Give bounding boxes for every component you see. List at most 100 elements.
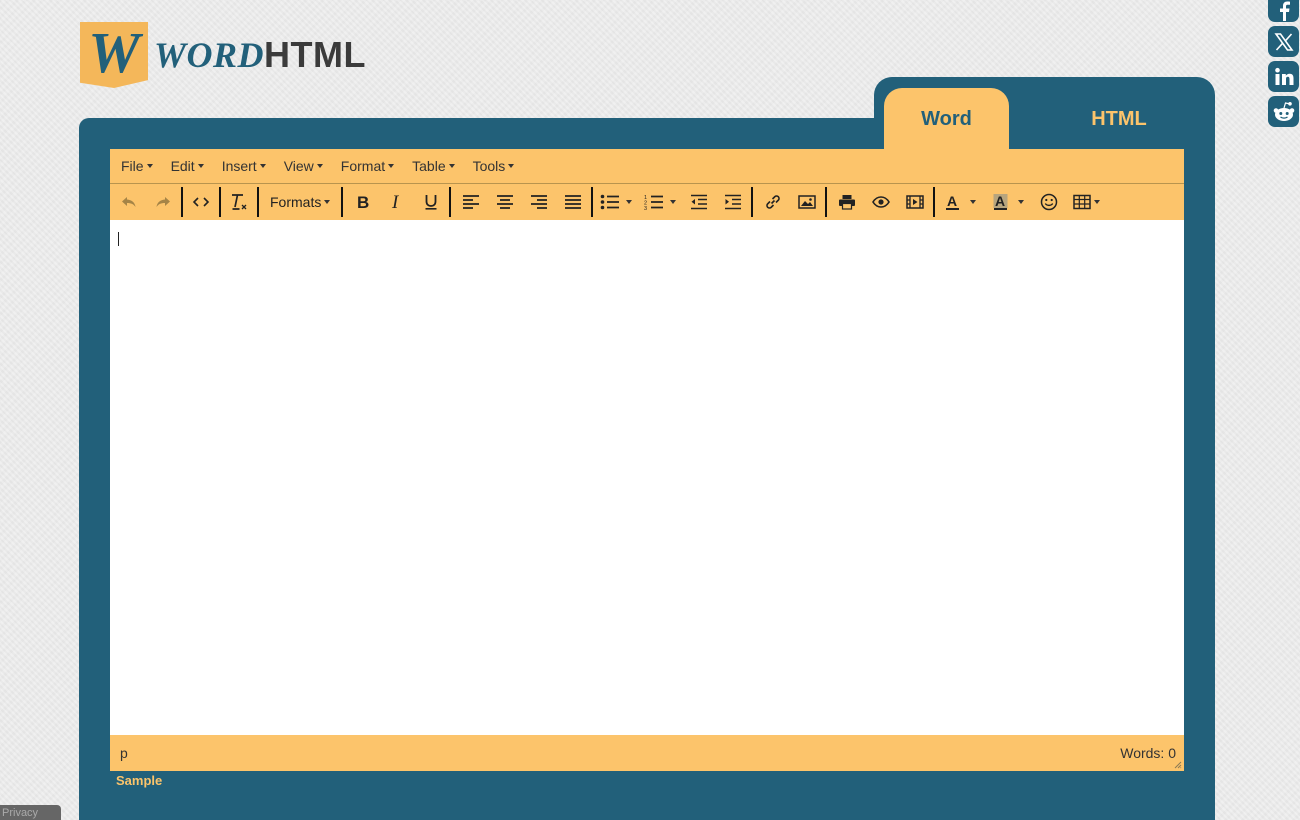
word-count: Words: 0 bbox=[1120, 745, 1176, 761]
social-share-bar bbox=[1268, 0, 1300, 131]
numbered-list-icon: 123 bbox=[644, 195, 664, 210]
svg-text:3: 3 bbox=[644, 206, 647, 210]
table-icon bbox=[1073, 194, 1091, 210]
tab-word[interactable]: Word bbox=[884, 88, 1009, 150]
resize-handle-icon[interactable] bbox=[1174, 761, 1182, 769]
menu-insert-label: Insert bbox=[221, 158, 257, 174]
svg-text:I: I bbox=[391, 193, 400, 211]
status-bar: p Words: 0 bbox=[110, 735, 1184, 771]
indent-icon bbox=[725, 194, 742, 210]
clear-formatting-button[interactable] bbox=[222, 187, 256, 217]
link-icon bbox=[766, 195, 781, 209]
toolbar: Formats B I 123 A A bbox=[110, 184, 1184, 220]
align-right-icon bbox=[531, 195, 548, 209]
menu-insert[interactable]: Insert bbox=[213, 158, 275, 174]
toolbar-separator bbox=[591, 187, 594, 217]
justify-button[interactable] bbox=[556, 187, 590, 217]
redo-icon bbox=[156, 197, 170, 207]
wordhtml-logo[interactable]: W WORDHTML bbox=[80, 20, 366, 90]
media-icon bbox=[906, 195, 925, 209]
caret-down-icon bbox=[197, 164, 204, 168]
toolbar-separator bbox=[751, 187, 754, 217]
emoticons-button[interactable] bbox=[1032, 187, 1066, 217]
logo-letter: W bbox=[88, 20, 140, 85]
svg-text:A: A bbox=[995, 193, 1005, 209]
caret-down-icon bbox=[259, 164, 266, 168]
align-center-button[interactable] bbox=[488, 187, 522, 217]
bullet-list-button[interactable] bbox=[594, 187, 638, 217]
menu-table[interactable]: Table bbox=[403, 158, 463, 174]
outdent-button[interactable] bbox=[682, 187, 716, 217]
bold-button[interactable]: B bbox=[346, 187, 380, 217]
indent-button[interactable] bbox=[716, 187, 750, 217]
logo-badge: W bbox=[80, 22, 148, 88]
print-button[interactable] bbox=[830, 187, 864, 217]
redo-button[interactable] bbox=[146, 187, 180, 217]
link-button[interactable] bbox=[756, 187, 790, 217]
align-left-icon bbox=[463, 195, 480, 209]
logo-word: WORD bbox=[154, 35, 265, 75]
menu-view-label: View bbox=[283, 158, 314, 174]
emoticons-icon bbox=[1041, 193, 1058, 211]
caret-down-icon bbox=[388, 164, 395, 168]
caret-down-icon bbox=[670, 200, 677, 204]
media-button[interactable] bbox=[898, 187, 932, 217]
svg-text:A: A bbox=[947, 193, 957, 209]
italic-button[interactable]: I bbox=[380, 187, 414, 217]
background-color-button[interactable]: A bbox=[984, 187, 1032, 217]
print-icon bbox=[839, 195, 856, 210]
toolbar-separator bbox=[257, 187, 259, 217]
toolbar-separator bbox=[219, 187, 221, 217]
align-left-button[interactable] bbox=[454, 187, 488, 217]
bold-icon: B bbox=[357, 193, 369, 211]
table-button[interactable] bbox=[1066, 187, 1106, 217]
underline-button[interactable] bbox=[414, 187, 448, 217]
menu-edit[interactable]: Edit bbox=[162, 158, 213, 174]
svg-text:B: B bbox=[357, 193, 369, 211]
menu-view[interactable]: View bbox=[275, 158, 332, 174]
tab-html[interactable]: HTML bbox=[1055, 88, 1183, 150]
reddit-icon[interactable] bbox=[1268, 96, 1299, 127]
justify-icon bbox=[565, 195, 582, 209]
underline-icon bbox=[425, 195, 437, 210]
menu-format[interactable]: Format bbox=[332, 158, 403, 174]
source-code-icon bbox=[192, 197, 210, 207]
toolbar-separator bbox=[341, 187, 344, 217]
text-color-button[interactable]: A bbox=[936, 187, 984, 217]
menu-tools[interactable]: Tools bbox=[464, 158, 524, 174]
element-path[interactable]: p bbox=[120, 745, 128, 761]
menu-file-label: File bbox=[121, 158, 144, 174]
formats-label: Formats bbox=[270, 194, 322, 210]
image-button[interactable] bbox=[790, 187, 824, 217]
menu-table-label: Table bbox=[412, 158, 446, 174]
italic-icon: I bbox=[391, 193, 400, 211]
logo-html: HTML bbox=[264, 34, 366, 75]
text-color-icon: A bbox=[946, 193, 960, 210]
menu-format-label: Format bbox=[340, 158, 386, 174]
x-icon[interactable] bbox=[1268, 26, 1299, 57]
linkedin-icon[interactable] bbox=[1268, 61, 1299, 92]
caret-down-icon bbox=[316, 164, 323, 168]
caret-down-icon bbox=[1018, 200, 1025, 204]
menu-file[interactable]: File bbox=[112, 158, 162, 174]
sample-link[interactable]: Sample bbox=[116, 773, 162, 788]
caret-down-icon bbox=[146, 164, 153, 168]
align-center-icon bbox=[497, 195, 514, 209]
undo-icon bbox=[122, 197, 136, 207]
numbered-list-button[interactable]: 123 bbox=[638, 187, 682, 217]
privacy-badge[interactable]: Privacy bbox=[0, 805, 61, 820]
toolbar-separator bbox=[825, 187, 828, 217]
align-right-button[interactable] bbox=[522, 187, 556, 217]
preview-button[interactable] bbox=[864, 187, 898, 217]
caret-down-icon bbox=[324, 200, 331, 204]
toolbar-separator bbox=[449, 187, 452, 217]
facebook-icon[interactable] bbox=[1268, 0, 1299, 22]
source-code-button[interactable] bbox=[184, 187, 218, 217]
formats-dropdown[interactable]: Formats bbox=[260, 187, 340, 217]
undo-button[interactable] bbox=[112, 187, 146, 217]
outdent-icon bbox=[691, 194, 708, 210]
editor-content-area[interactable] bbox=[110, 221, 1184, 735]
caret-down-icon bbox=[626, 200, 633, 204]
bullet-list-icon bbox=[601, 194, 620, 210]
text-cursor bbox=[118, 232, 119, 246]
